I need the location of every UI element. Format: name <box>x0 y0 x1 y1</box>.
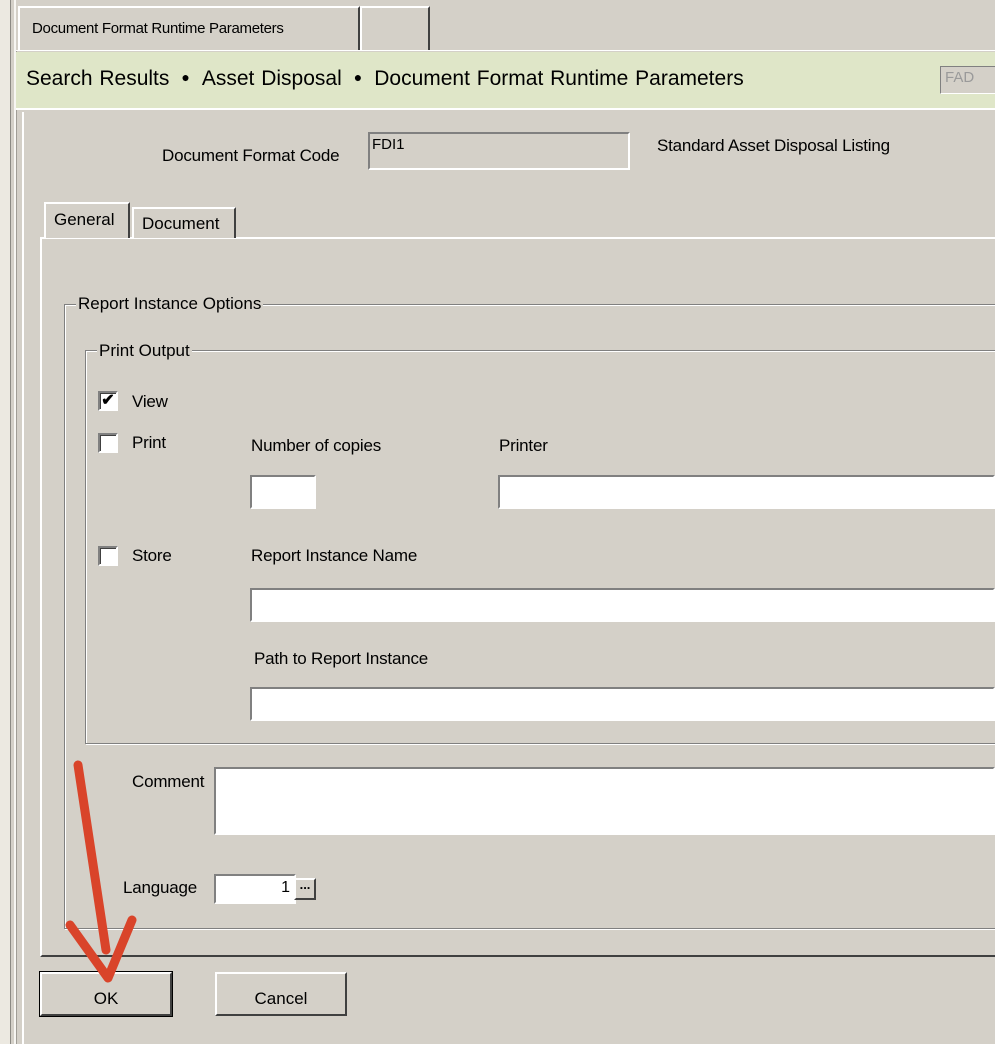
breadcrumb-separator: ● <box>353 69 363 85</box>
tab-document[interactable]: Document <box>132 207 236 238</box>
report-instance-path-label: Path to Report Instance <box>254 649 429 668</box>
window-left-border <box>0 0 11 1044</box>
comment-input[interactable] <box>214 767 995 835</box>
print-label: Print <box>132 433 166 452</box>
comment-label: Comment <box>132 772 205 791</box>
breadcrumb-item-runtime-parameters: Document Format Runtime Parameters <box>374 67 744 90</box>
printer-label: Printer <box>499 436 548 455</box>
print-output-title: Print Output <box>97 341 192 361</box>
breadcrumb-item-asset-disposal[interactable]: Asset Disposal <box>202 67 342 90</box>
window-tab-blank[interactable] <box>360 6 430 50</box>
report-instance-name-input[interactable] <box>250 588 995 622</box>
language-lookup-button[interactable]: ... <box>294 878 316 900</box>
number-of-copies-input[interactable] <box>250 475 316 509</box>
doc-format-code-label: Document Format Code <box>162 146 340 165</box>
print-output-group <box>85 350 995 744</box>
printer-input[interactable] <box>498 475 995 509</box>
breadcrumb-separator: ● <box>181 69 190 85</box>
dialog-window: Document Format Runtime Parameters Searc… <box>0 0 995 1044</box>
store-label: Store <box>132 546 172 565</box>
doc-format-code-field: FDI1 <box>368 132 630 170</box>
ok-button[interactable]: OK <box>39 971 173 1017</box>
breadcrumb-item-search-results[interactable]: Search Results <box>26 67 169 90</box>
view-label: View <box>132 392 168 411</box>
cancel-button[interactable]: Cancel <box>215 972 347 1016</box>
language-input[interactable]: 1 <box>214 874 296 904</box>
module-code-field: FAD <box>940 66 995 94</box>
breadcrumb: Search Results ● Asset Disposal ● Document F… <box>16 52 995 110</box>
doc-format-description: Standard Asset Disposal Listing <box>657 136 890 155</box>
number-of-copies-label: Number of copies <box>251 436 382 455</box>
store-checkbox[interactable] <box>98 546 118 566</box>
tab-general[interactable]: General <box>44 202 130 238</box>
window-left-border-inner <box>14 0 17 1044</box>
print-checkbox[interactable] <box>98 433 118 453</box>
breadcrumb-trail: Search Results ● Asset Disposal ● Document F… <box>26 67 744 91</box>
language-label: Language <box>123 878 198 897</box>
report-instance-path-input[interactable] <box>250 687 995 721</box>
view-checkbox[interactable]: ✔ <box>98 391 118 411</box>
window-tab-strip: Document Format Runtime Parameters <box>16 0 995 51</box>
report-instance-options-title: Report Instance Options <box>76 294 264 314</box>
window-tab-document-format[interactable]: Document Format Runtime Parameters <box>18 6 360 50</box>
report-instance-name-label: Report Instance Name <box>251 546 418 565</box>
